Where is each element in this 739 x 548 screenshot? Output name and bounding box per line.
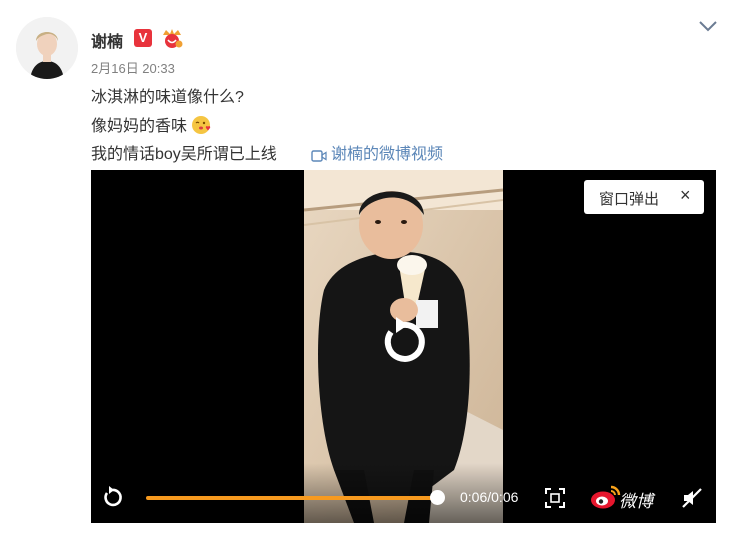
post-text-line-2-label: 像妈妈的香味 — [91, 118, 188, 135]
author-name[interactable]: 谢楠 — [91, 28, 123, 52]
popout-close-icon[interactable]: × — [680, 185, 691, 206]
video-player[interactable]: 窗口弹出 × 0:06/0:06 微博 — [91, 170, 716, 523]
video-camera-icon — [311, 150, 327, 162]
replay-icon[interactable] — [377, 316, 429, 368]
progress-bar[interactable] — [146, 496, 438, 500]
post-text-line-2: 像妈妈的香味 — [91, 112, 211, 136]
chevron-down-icon[interactable] — [697, 18, 719, 34]
weibo-logo-icon — [589, 484, 621, 510]
progress-thumb[interactable] — [430, 490, 445, 505]
popout-label: 窗口弹出 — [599, 191, 660, 208]
popout-window-button[interactable]: 窗口弹出 × — [584, 180, 704, 214]
fullscreen-icon[interactable] — [544, 487, 566, 509]
replay-button-icon[interactable] — [101, 486, 123, 508]
kiss-emoji-icon — [191, 115, 211, 135]
post-text-line-3: 我的情话boy吴所谓已上线 — [91, 146, 277, 163]
weibo-brand-text: 微博 — [619, 492, 653, 511]
video-link-label: 谢楠的微博视频 — [331, 146, 444, 163]
verified-icon: V — [134, 29, 152, 47]
time-readout: 0:06/0:06 — [460, 489, 519, 505]
video-source-link[interactable]: 谢楠的微博视频 — [311, 140, 443, 164]
post-timestamp[interactable]: 2月16日 20:33 — [91, 58, 175, 77]
member-icon[interactable] — [160, 27, 184, 49]
post-text-line-1: 冰淇淋的味道像什么? — [91, 89, 244, 106]
avatar[interactable] — [16, 17, 78, 79]
mute-icon[interactable] — [681, 487, 703, 509]
